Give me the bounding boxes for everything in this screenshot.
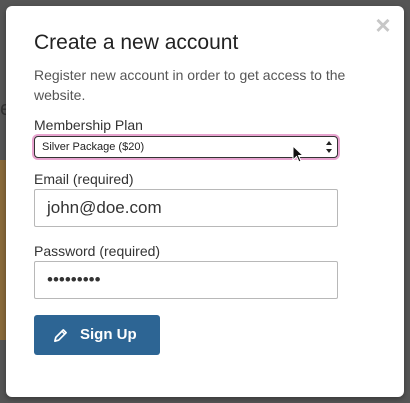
email-field[interactable]: john@doe.com bbox=[34, 189, 338, 227]
select-arrows-icon bbox=[326, 141, 332, 153]
modal-subtitle: Register new account in order to get acc… bbox=[34, 67, 346, 103]
close-icon[interactable]: × bbox=[372, 12, 394, 38]
membership-plan-selected-value: Silver Package ($20) bbox=[42, 141, 145, 153]
modal-title: Create a new account bbox=[34, 31, 239, 54]
sign-up-button[interactable]: Sign Up bbox=[34, 315, 160, 355]
sign-up-button-label: Sign Up bbox=[80, 326, 137, 343]
pencil-icon bbox=[54, 329, 67, 342]
mouse-pointer-icon bbox=[292, 145, 305, 163]
password-field[interactable]: ••••••••• bbox=[34, 261, 338, 299]
membership-plan-label: Membership Plan bbox=[34, 117, 143, 133]
create-account-modal: × Create a new account Register new acco… bbox=[6, 6, 404, 397]
email-label: Email (required) bbox=[34, 171, 134, 187]
password-label: Password (required) bbox=[34, 243, 161, 259]
